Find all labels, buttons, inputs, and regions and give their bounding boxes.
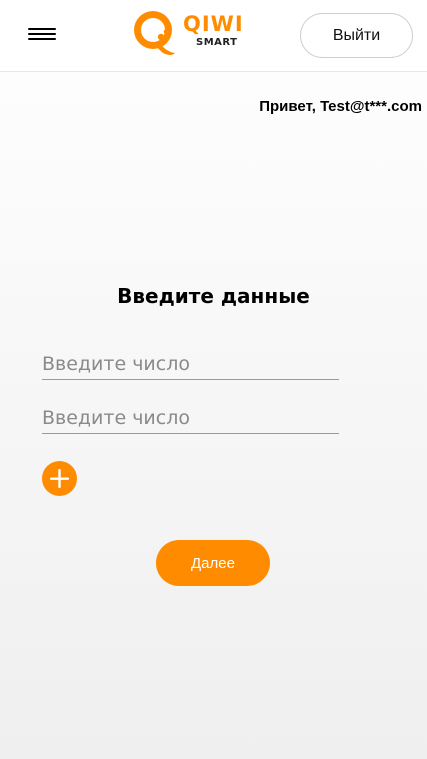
- logo-brand-text: QIWI: [183, 12, 244, 36]
- logo-subtitle-text: SMART: [196, 37, 238, 48]
- qiwi-logo[interactable]: QIWI SMART: [128, 6, 248, 62]
- app-header: QIWI SMART Выйти: [0, 0, 427, 72]
- form-title: Введите данные: [117, 284, 310, 308]
- next-button[interactable]: Далее: [156, 540, 270, 586]
- number-input-1[interactable]: [42, 350, 339, 380]
- hamburger-menu-icon[interactable]: [28, 28, 56, 40]
- plus-circle-icon: [50, 469, 69, 488]
- user-greeting: Привет, Test@t***.com: [259, 98, 422, 115]
- add-field-button[interactable]: [42, 461, 77, 496]
- logout-button[interactable]: Выйти: [300, 13, 413, 58]
- number-input-2[interactable]: [42, 404, 339, 434]
- qiwi-logo-icon: [134, 11, 175, 55]
